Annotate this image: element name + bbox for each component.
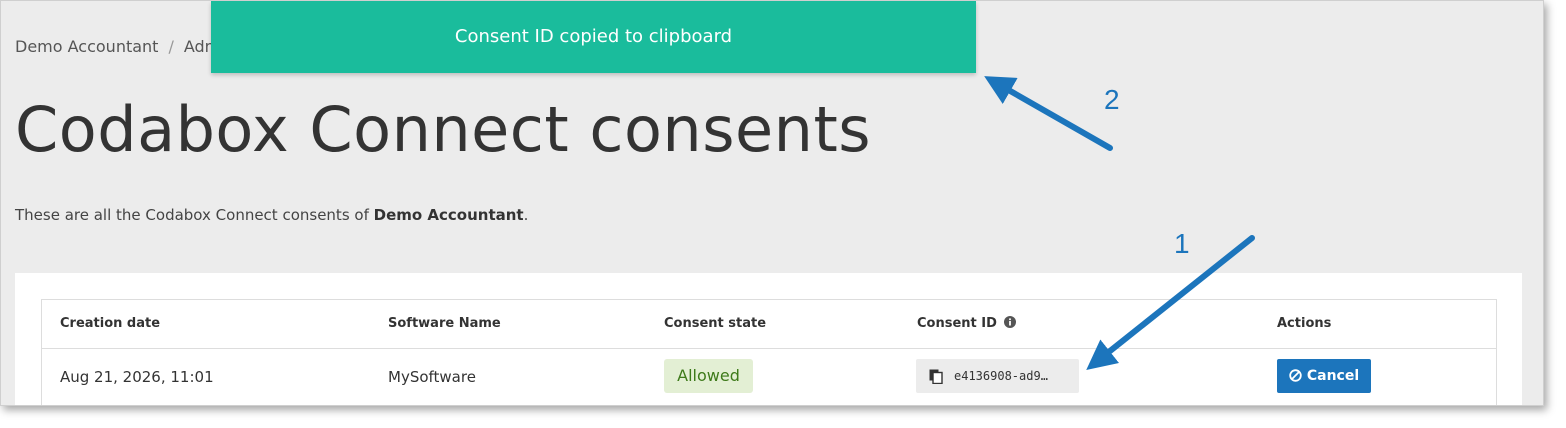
annotation-label-1: 1 — [1174, 228, 1190, 259]
annotation-label-2: 2 — [1104, 84, 1120, 115]
annotation-arrow-2 — [984, 76, 1113, 151]
annotation-arrows — [984, 76, 1255, 370]
